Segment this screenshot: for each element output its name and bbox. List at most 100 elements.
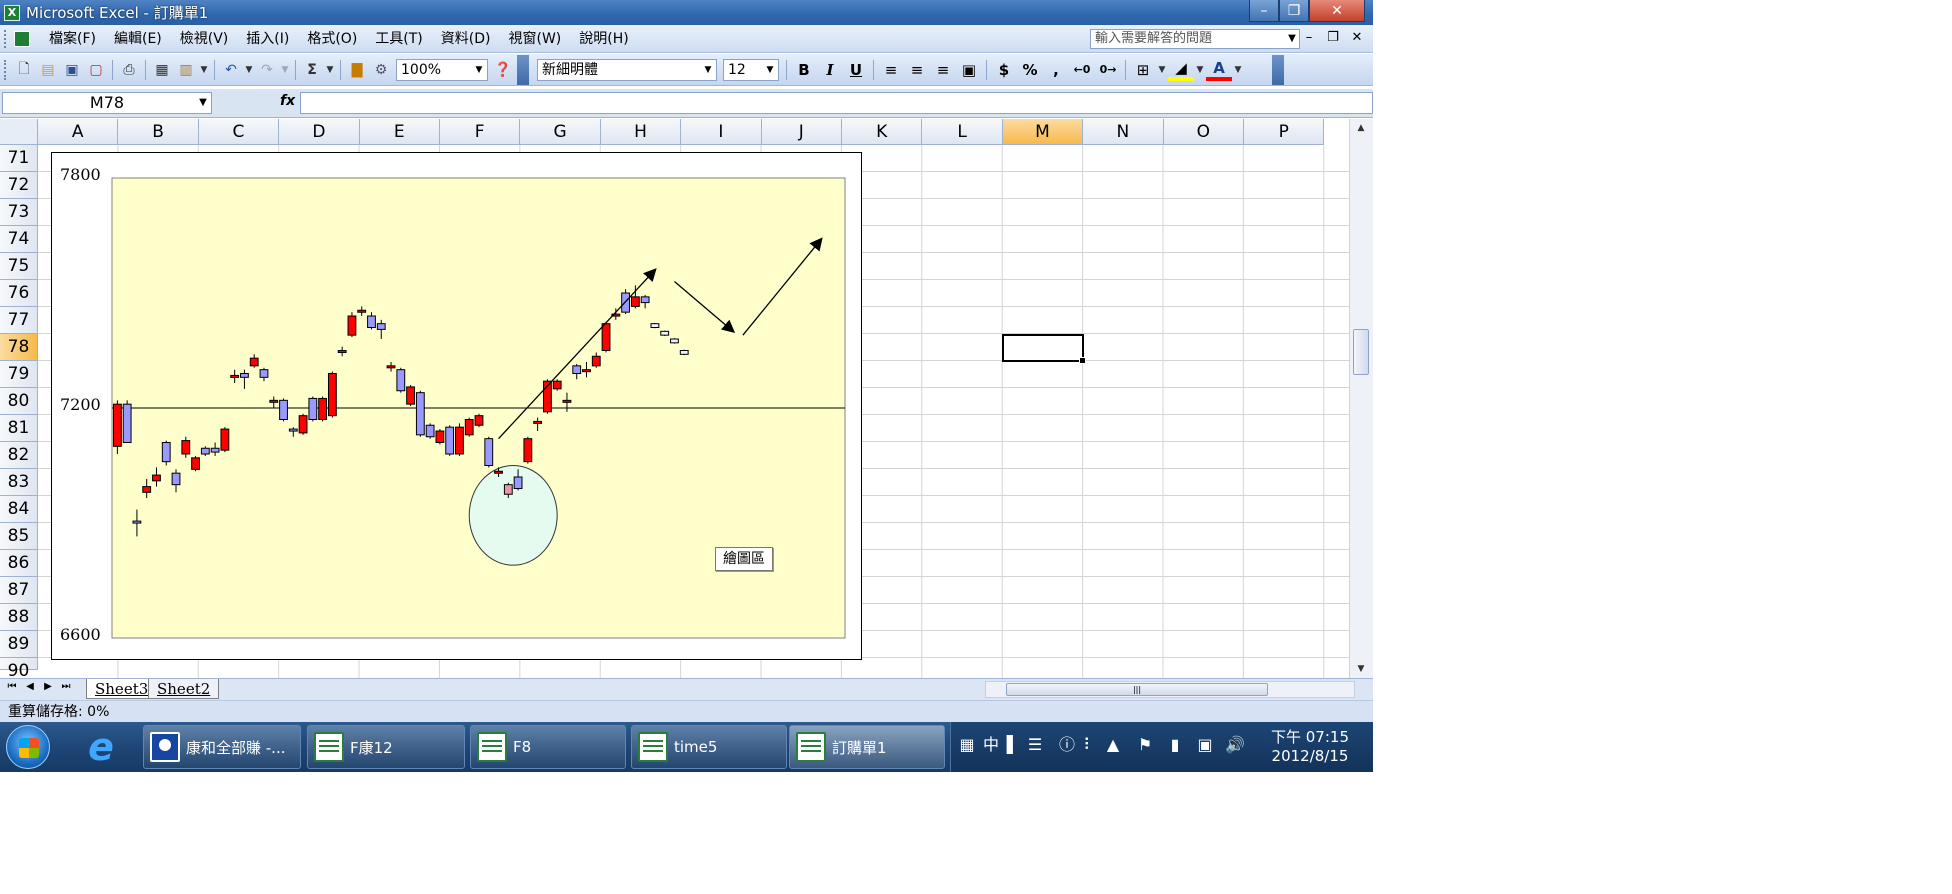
row-header-72[interactable]: 72: [0, 172, 38, 199]
chevron-down-icon[interactable]: ▼: [198, 58, 210, 82]
increase-decimal-icon[interactable]: ←0: [1069, 58, 1095, 82]
column-header-h[interactable]: H: [600, 119, 682, 145]
taskbar-item-f12[interactable]: F康12: [307, 725, 465, 769]
sheet-tab-sheet3[interactable]: Sheet3: [86, 679, 158, 699]
align-right-icon[interactable]: ≡: [930, 58, 956, 82]
redo-icon[interactable]: ↷: [255, 58, 279, 82]
help-icon[interactable]: ⓘ: [1056, 734, 1078, 756]
column-header-k[interactable]: K: [842, 119, 923, 145]
menu-window[interactable]: 視窗(W): [500, 28, 571, 50]
chevron-down-icon[interactable]: ▼: [279, 58, 291, 82]
column-header-i[interactable]: I: [681, 119, 762, 145]
underline-button[interactable]: U: [843, 58, 869, 82]
vertical-scroll-thumb[interactable]: [1353, 329, 1369, 375]
language-bar-icon[interactable]: ▦: [956, 734, 978, 756]
sheet-tab-sheet2[interactable]: Sheet2: [148, 679, 220, 699]
doc-restore-icon[interactable]: ❐: [1324, 30, 1342, 45]
column-header-c[interactable]: C: [198, 119, 280, 145]
menu-data[interactable]: 資料(D): [432, 28, 500, 50]
toolbar-options-icon[interactable]: [1272, 54, 1284, 85]
chevron-down-icon[interactable]: ▼: [1156, 58, 1168, 82]
font-name-select[interactable]: 新細明體 ▼: [537, 58, 717, 81]
last-sheet-icon[interactable]: ⏭: [58, 681, 74, 692]
restore-icon[interactable]: ❐: [1279, 0, 1309, 22]
row-header-83[interactable]: 83: [0, 469, 38, 496]
undo-icon[interactable]: ↶: [219, 58, 243, 82]
zoom-select[interactable]: 100% ▼: [396, 58, 488, 81]
column-header-f[interactable]: F: [440, 119, 521, 145]
chevron-down-icon[interactable]: ▼: [324, 58, 336, 82]
chevron-down-icon[interactable]: ▼: [762, 60, 778, 80]
action-center-flag-icon[interactable]: ⚑: [1134, 734, 1156, 756]
horizontal-scroll-thumb[interactable]: |||: [1006, 683, 1268, 696]
first-sheet-icon[interactable]: ⏮: [4, 681, 20, 692]
row-header-77[interactable]: 77: [0, 307, 38, 334]
chevron-down-icon[interactable]: ▼: [1284, 29, 1300, 49]
row-header-85[interactable]: 85: [0, 523, 38, 550]
row-header-75[interactable]: 75: [0, 253, 38, 280]
chevron-down-icon[interactable]: ▼: [1194, 58, 1206, 82]
row-header-82[interactable]: 82: [0, 442, 38, 469]
chevron-down-icon[interactable]: ▼: [1232, 58, 1244, 82]
column-header-m[interactable]: M: [1002, 119, 1084, 145]
options-icon[interactable]: ⠇: [1078, 734, 1100, 756]
menubar-grip[interactable]: [4, 29, 8, 48]
ime-pad-icon[interactable]: ☰: [1024, 734, 1046, 756]
permission-icon[interactable]: ▢: [84, 58, 108, 82]
toolbar-grip[interactable]: [4, 59, 8, 80]
network-icon[interactable]: ▣: [1194, 734, 1216, 756]
open-folder-icon[interactable]: ▤: [36, 58, 60, 82]
chevron-down-icon[interactable]: ▼: [243, 58, 255, 82]
row-header-87[interactable]: 87: [0, 577, 38, 604]
autosum-icon[interactable]: Σ: [300, 58, 324, 82]
menu-edit[interactable]: 編輯(E): [105, 28, 171, 50]
menu-format[interactable]: 格式(O): [298, 28, 366, 50]
scroll-up-icon[interactable]: ▲: [1350, 119, 1372, 137]
comma-button[interactable]: ,: [1043, 58, 1069, 82]
row-header-78[interactable]: 78: [0, 334, 38, 361]
minimize-icon[interactable]: –: [1249, 0, 1279, 22]
fx-icon[interactable]: fx: [280, 93, 295, 109]
row-header-86[interactable]: 86: [0, 550, 38, 577]
row-header-80[interactable]: 80: [0, 388, 38, 415]
column-header-n[interactable]: N: [1083, 119, 1164, 145]
chevron-down-icon[interactable]: ▼: [700, 60, 716, 80]
taskbar-item-time5[interactable]: time5: [631, 725, 787, 769]
close-icon[interactable]: ✕: [1309, 0, 1365, 22]
paste-icon[interactable]: ▥: [174, 58, 198, 82]
row-header-74[interactable]: 74: [0, 226, 38, 253]
volume-icon[interactable]: 🔊: [1224, 734, 1246, 756]
taskbar-item-concord[interactable]: 康和全部賺 -...: [143, 725, 301, 769]
print-icon[interactable]: ⎙: [117, 58, 141, 82]
row-header-73[interactable]: 73: [0, 199, 38, 226]
column-header-j[interactable]: J: [761, 119, 842, 145]
new-icon[interactable]: 🗋: [12, 58, 36, 82]
ime-mode-icon[interactable]: ▌: [1002, 734, 1024, 756]
row-header-89[interactable]: 89: [0, 631, 38, 658]
menu-insert[interactable]: 插入(I): [237, 28, 298, 50]
percent-button[interactable]: %: [1017, 58, 1043, 82]
drawing-icon[interactable]: ⚙: [369, 58, 393, 82]
power-icon[interactable]: ▮: [1164, 734, 1186, 756]
workbook-icon[interactable]: [14, 30, 30, 47]
taskbar-clock[interactable]: 下午 07:15 2012/8/15: [1262, 728, 1358, 766]
horizontal-scrollbar[interactable]: |||: [985, 681, 1355, 698]
font-size-select[interactable]: 12 ▼: [723, 58, 779, 81]
column-header-d[interactable]: D: [279, 119, 360, 145]
chevron-down-icon[interactable]: ▼: [471, 60, 487, 80]
column-header-p[interactable]: P: [1244, 119, 1325, 145]
formula-input[interactable]: [300, 92, 1373, 114]
row-header-79[interactable]: 79: [0, 361, 38, 388]
column-header-l[interactable]: L: [922, 119, 1003, 145]
row-header-76[interactable]: 76: [0, 280, 38, 307]
borders-icon[interactable]: ⊞: [1130, 58, 1156, 82]
bold-button[interactable]: B: [791, 58, 817, 82]
align-left-icon[interactable]: ≡: [878, 58, 904, 82]
italic-button[interactable]: I: [817, 58, 843, 82]
font-color-icon[interactable]: A: [1206, 59, 1232, 81]
vertical-scrollbar[interactable]: ▲ ▼: [1349, 119, 1373, 678]
toolbar-options-icon[interactable]: [517, 54, 529, 85]
start-button[interactable]: [6, 725, 50, 769]
doc-close-icon[interactable]: ✕: [1348, 30, 1366, 45]
decrease-decimal-icon[interactable]: 0→: [1095, 58, 1121, 82]
